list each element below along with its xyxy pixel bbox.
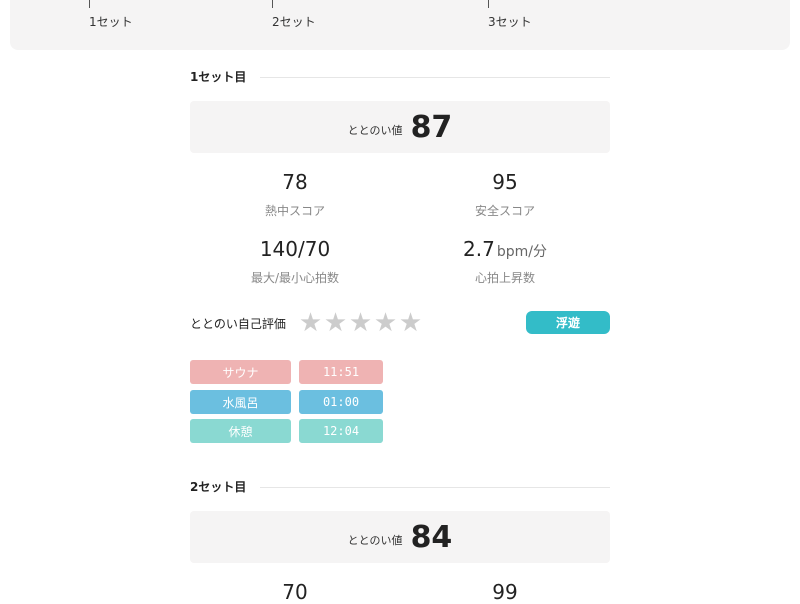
self-rating-label: ととのい自己評価: [190, 317, 286, 331]
star-icon[interactable]: ★: [348, 308, 373, 338]
set-2-header: 2セット目: [190, 478, 610, 498]
sauna-phase-label: サウナ: [190, 360, 291, 384]
set-1-heart-rate-range: 140/70 最大/最小心拍数: [190, 237, 400, 286]
water-bath-phase-label: 水風呂: [190, 390, 291, 414]
set-1-safety-score: 95 安全スコア: [400, 170, 610, 219]
set-1-heart-rate-rise: 2.7 bpm/分 心拍上昇数: [400, 237, 610, 286]
star-icon[interactable]: ★: [298, 308, 323, 338]
timeline-label: 1セット: [89, 15, 133, 29]
totonoi-value: 87: [410, 109, 453, 145]
timeline-tick: [488, 0, 489, 8]
heat-score-value: 70: [282, 580, 308, 604]
timeline-tick: [272, 0, 273, 8]
safety-score-label: 安全スコア: [474, 204, 535, 218]
totonoi-label: ととのい値: [347, 124, 403, 137]
star-icon[interactable]: ★: [323, 308, 348, 338]
set-2-safety-score: 99: [400, 580, 610, 604]
sauna-phase-time: 11:51: [299, 360, 383, 384]
set-1-totonoi-card: ととのい値 87: [190, 101, 610, 153]
star-icon[interactable]: ★: [373, 308, 398, 338]
safety-score-value: 99: [492, 580, 518, 604]
heat-score-value: 78: [282, 170, 308, 194]
timeline-tick: [89, 0, 90, 8]
heart-rate-range-label: 最大/最小心拍数: [250, 271, 340, 285]
heart-rate-rise-label: 心拍上昇数: [474, 271, 535, 285]
set-2-heat-score: 70: [190, 580, 400, 604]
feeling-badge[interactable]: 浮遊: [526, 311, 610, 334]
star-icon[interactable]: ★: [398, 308, 423, 338]
divider: [260, 487, 610, 488]
safety-score-value: 95: [492, 170, 518, 194]
timeline-label: 3セット: [488, 15, 532, 29]
heart-rate-range-value: 140/70: [259, 237, 331, 261]
set-2-title: 2セット目: [190, 480, 247, 494]
set-timeline: 1セット 2セット 3セット: [10, 0, 790, 50]
set-1-title: 1セット目: [190, 70, 247, 84]
heart-rate-rise-value: 2.7: [463, 237, 495, 261]
heart-rate-rise-unit: bpm/分: [496, 244, 547, 260]
rest-phase-time: 12:04: [299, 419, 383, 443]
rest-phase-label: 休憩: [190, 419, 291, 443]
totonoi-label: ととのい値: [347, 534, 403, 547]
set-1-heat-score: 78 熱中スコア: [190, 170, 400, 219]
star-rating[interactable]: ★★★★★: [298, 308, 423, 338]
totonoi-value: 84: [410, 519, 453, 555]
water-bath-phase-time: 01:00: [299, 390, 383, 414]
timeline-label: 2セット: [272, 15, 316, 29]
set-1-self-rating: ととのい自己評価 ★★★★★ 浮遊: [190, 308, 610, 338]
heat-score-label: 熱中スコア: [264, 204, 325, 218]
set-1-header: 1セット目: [190, 68, 610, 88]
divider: [260, 77, 610, 78]
set-2-totonoi-card: ととのい値 84: [190, 511, 610, 563]
